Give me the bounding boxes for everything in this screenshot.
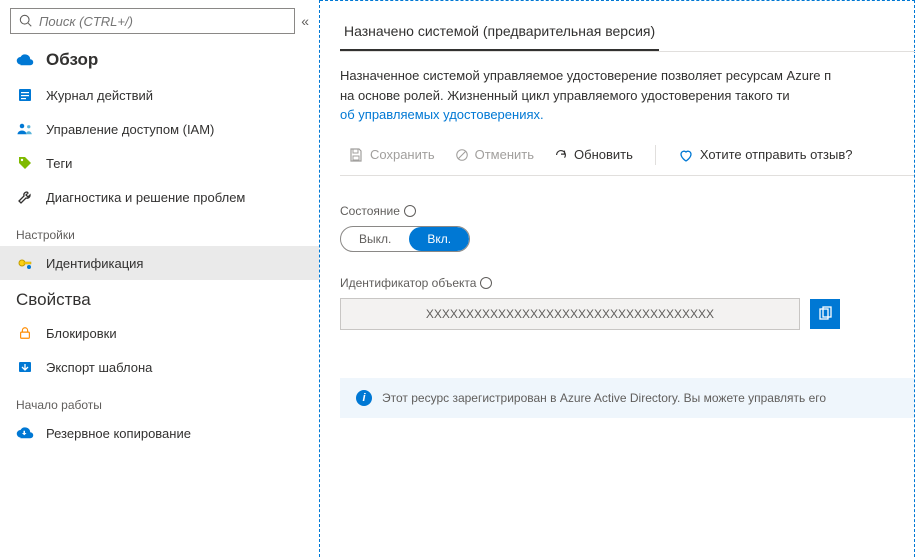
nav-tags[interactable]: Теги [0, 146, 319, 180]
wrench-icon [16, 188, 34, 206]
nav-label: Диагностика и решение проблем [46, 190, 245, 205]
feedback-label: Хотите отправить отзыв? [700, 147, 853, 162]
info-icon[interactable] [480, 277, 492, 289]
objectid-row: XXXXXXXXXXXXXXXXXXXXXXXXXXXXXXXXXXXX [340, 298, 914, 330]
section-settings: Настройки [0, 214, 319, 246]
nav-activity-log[interactable]: Журнал действий [0, 78, 319, 112]
nav-label: Блокировки [46, 326, 117, 341]
description: Назначенное системой управляемое удостов… [340, 66, 914, 125]
toolbar-separator [655, 145, 656, 165]
search-input-wrapper[interactable] [10, 8, 295, 34]
people-icon [16, 120, 34, 138]
nav-label: Журнал действий [46, 88, 153, 103]
refresh-icon [554, 148, 568, 162]
toggle-on[interactable]: Вкл. [409, 227, 469, 251]
learn-more-link[interactable]: об управляемых удостоверениях. [340, 107, 544, 122]
collapse-icon[interactable]: « [301, 13, 309, 29]
nav-label: Управление доступом (IAM) [46, 122, 214, 137]
toggle-off[interactable]: Выкл. [341, 227, 409, 251]
tag-icon [16, 154, 34, 172]
key-icon [16, 254, 34, 272]
info-banner-text: Этот ресурс зарегистрирован в Azure Acti… [382, 391, 826, 405]
save-button[interactable]: Сохранить [340, 143, 443, 167]
status-label: Состояние [340, 204, 400, 218]
info-icon[interactable] [404, 205, 416, 217]
nav-label: Теги [46, 156, 72, 171]
tab-system-assigned[interactable]: Назначено системой (предварительная верс… [340, 15, 659, 51]
desc-line2: на основе ролей. Жизненный цикл управляе… [340, 88, 790, 103]
nav-identity[interactable]: Идентификация [0, 246, 319, 280]
nav-export-template[interactable]: Экспорт шаблона [0, 350, 319, 384]
info-banner-icon: i [356, 390, 372, 406]
status-label-row: Состояние [340, 204, 914, 218]
nav-label: Резервное копирование [46, 426, 191, 441]
main-panel: Назначено системой (предварительная верс… [320, 0, 915, 557]
save-icon [348, 147, 364, 163]
objectid-value: XXXXXXXXXXXXXXXXXXXXXXXXXXXXXXXXXXXX [340, 298, 800, 330]
info-banner: i Этот ресурс зарегистрирован в Azure Ac… [340, 378, 914, 418]
nav-locks[interactable]: Блокировки [0, 316, 319, 350]
search-input[interactable] [39, 14, 286, 29]
nav-label: Экспорт шаблона [46, 360, 152, 375]
nav-label: Обзор [46, 50, 98, 70]
objectid-label-row: Идентификатор объекта [340, 276, 914, 290]
status-toggle[interactable]: Выкл. Вкл. [340, 226, 470, 252]
sidebar: « Обзор Журнал действий Управление досту… [0, 0, 320, 557]
toolbar: Сохранить Отменить Обновить Хотите отпра… [340, 143, 914, 176]
export-icon [16, 358, 34, 376]
refresh-button[interactable]: Обновить [546, 143, 641, 166]
nav-backup[interactable]: Резервное копирование [0, 416, 319, 450]
nav-label: Идентификация [46, 256, 143, 271]
lock-icon [16, 324, 34, 342]
desc-line1: Назначенное системой управляемое удостов… [340, 68, 831, 83]
cloud-icon [16, 51, 34, 69]
cancel-button[interactable]: Отменить [447, 143, 542, 166]
cancel-label: Отменить [475, 147, 534, 162]
refresh-label: Обновить [574, 147, 633, 162]
save-label: Сохранить [370, 147, 435, 162]
search-icon [19, 14, 33, 28]
nav-list: Обзор Журнал действий Управление доступо… [0, 42, 319, 557]
cancel-icon [455, 148, 469, 162]
nav-diagnose[interactable]: Диагностика и решение проблем [0, 180, 319, 214]
properties-heading: Свойства [0, 280, 319, 316]
heart-icon [678, 147, 694, 163]
nav-iam[interactable]: Управление доступом (IAM) [0, 112, 319, 146]
copy-icon [817, 306, 833, 322]
nav-overview[interactable]: Обзор [0, 42, 319, 78]
objectid-label: Идентификатор объекта [340, 276, 476, 290]
backup-icon [16, 424, 34, 442]
section-getting-started: Начало работы [0, 384, 319, 416]
copy-button[interactable] [810, 299, 840, 329]
feedback-button[interactable]: Хотите отправить отзыв? [670, 143, 861, 167]
log-icon [16, 86, 34, 104]
tab-row: Назначено системой (предварительная верс… [340, 15, 915, 52]
